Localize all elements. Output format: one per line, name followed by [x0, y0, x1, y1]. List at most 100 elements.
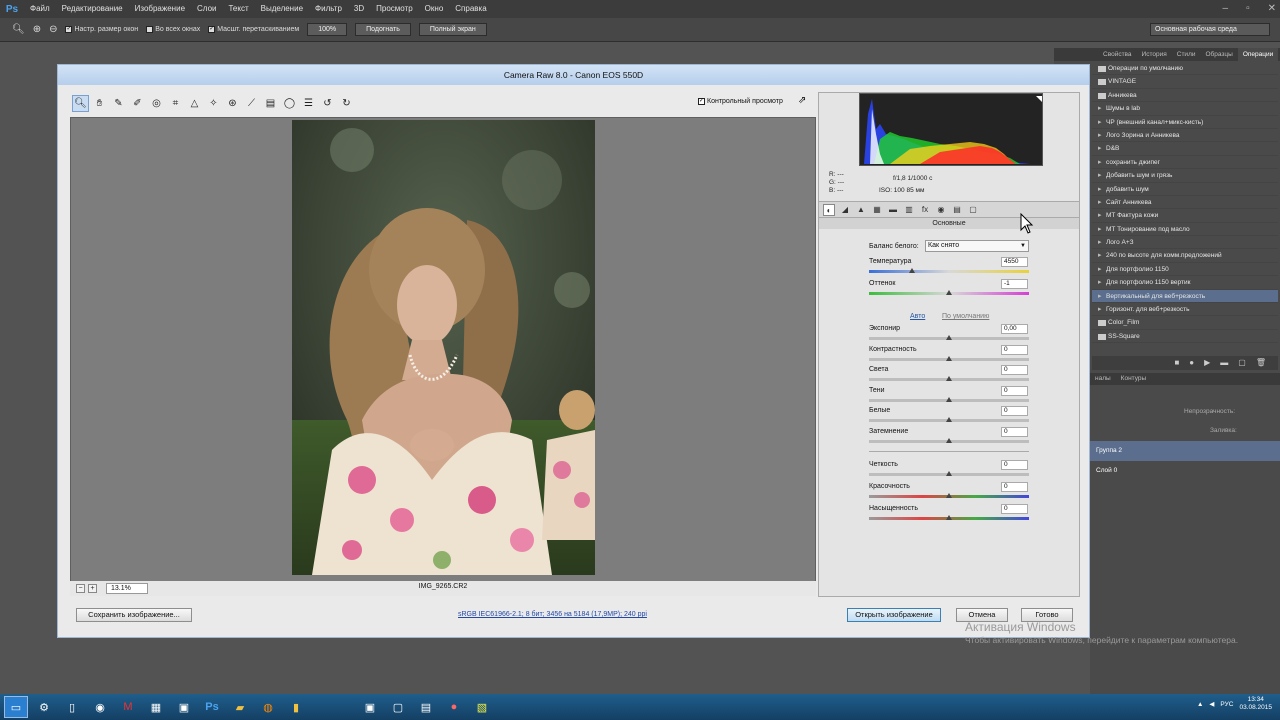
slider-thumb[interactable] [946, 396, 952, 402]
workspace-select[interactable]: Основная рабочая среда [1150, 23, 1270, 36]
gmail-icon[interactable]: M [116, 696, 140, 718]
menu-file[interactable]: Файл [24, 0, 56, 18]
action-row[interactable]: SS-Square [1092, 330, 1278, 344]
action-row[interactable]: VINTAGE [1092, 75, 1278, 89]
slider-thumb[interactable] [946, 335, 952, 340]
zoom-in-icon[interactable]: ⊕ [33, 24, 41, 35]
hand-tool-icon[interactable]: ✋︎ [91, 95, 108, 112]
start-button-icon[interactable]: ▭ [4, 696, 28, 718]
slider-value-input[interactable]: 0 [1001, 365, 1028, 376]
layer-row[interactable]: Группа 2 [1090, 441, 1280, 461]
menu-image[interactable]: Изображение [129, 0, 191, 18]
fx-icon[interactable]: fx [919, 204, 931, 216]
slider-track[interactable] [869, 268, 1029, 273]
fit-screen-button[interactable]: Подогнать [355, 23, 411, 36]
window-icon[interactable]: ▢ [386, 696, 410, 718]
rotate-left-icon[interactable]: ↺ [319, 95, 336, 112]
hsl-icon[interactable]: ▦ [871, 204, 883, 216]
slider-track[interactable] [869, 355, 1029, 361]
auto-link[interactable]: Авто [910, 313, 925, 320]
straighten-icon[interactable]: △ [186, 95, 203, 112]
zoom-tool-icon[interactable]: 🔍︎ [12, 24, 25, 35]
action-row[interactable]: добавить шум [1092, 183, 1278, 196]
slider-track[interactable] [869, 376, 1029, 382]
clock[interactable]: 13:34 03.08.2015 [1239, 696, 1272, 712]
menu-text[interactable]: Текст [222, 0, 254, 18]
rotate-right-icon[interactable]: ↻ [338, 95, 355, 112]
slider-value-input[interactable]: 0 [1001, 482, 1028, 492]
network-icon[interactable]: ▲ [1197, 701, 1203, 708]
photoshop-taskbar-icon[interactable]: Ps [200, 696, 224, 718]
record-icon[interactable]: ● [1189, 356, 1194, 370]
slider-thumb[interactable] [946, 438, 952, 443]
slider-track[interactable] [869, 438, 1029, 443]
action-row[interactable]: Анникева [1092, 89, 1278, 103]
radial-filter-icon[interactable]: ◯ [281, 95, 298, 112]
lens-icon[interactable]: ▥ [903, 204, 915, 216]
slider-thumb[interactable] [946, 471, 952, 476]
new-set-icon[interactable]: ▬ [1220, 356, 1228, 370]
play-icon[interactable]: ▶ [1204, 356, 1210, 370]
resize-windows-check[interactable]: ✓ Настр. размер окон [65, 26, 138, 33]
color-sampler-icon[interactable]: ✐ [129, 95, 146, 112]
calculator-icon[interactable]: ▦ [144, 696, 168, 718]
menu-edit[interactable]: Редактирование [56, 0, 129, 18]
action-row[interactable]: MT Фактура кожи [1092, 209, 1278, 223]
fill-screen-button[interactable]: Полный экран [418, 23, 487, 36]
tab-styles[interactable]: Стили [1172, 48, 1201, 61]
action-row[interactable]: Color_Film [1092, 316, 1278, 330]
close-icon[interactable]: ✕ [1268, 0, 1276, 18]
graduated-filter-icon[interactable]: ▤ [262, 95, 279, 112]
menu-layers[interactable]: Слои [191, 0, 222, 18]
stop-icon[interactable]: ■ [1174, 356, 1179, 370]
slider-thumb[interactable] [946, 376, 952, 382]
crop-icon[interactable]: ⌗ [167, 95, 184, 112]
presets-icon[interactable]: ▤ [951, 204, 963, 216]
scrubby-zoom-check[interactable]: ✓ Масшт. перетаскиванием [208, 26, 299, 33]
minimize-icon[interactable]: – [1223, 0, 1229, 18]
misc-window-icon[interactable]: ▧ [470, 696, 494, 718]
zoom-100-button[interactable]: 100% [307, 23, 348, 36]
action-row[interactable]: Для портфолио 1150 вертик [1092, 276, 1278, 290]
action-row[interactable]: Добавить шум и грязь [1092, 169, 1278, 183]
tab-properties[interactable]: Свойства [1098, 48, 1137, 61]
action-row[interactable]: Горизонт. для веб+резкость [1092, 303, 1278, 317]
slider-value-input[interactable]: 4550 [1001, 257, 1028, 267]
split-toning-icon[interactable]: ▬ [887, 204, 899, 216]
tab-paths[interactable]: Контуры [1116, 373, 1152, 385]
detail-icon[interactable]: ▲ [855, 204, 867, 216]
zoom-tool-icon[interactable]: 🔍︎ [72, 94, 89, 112]
language-indicator[interactable]: РУС [1220, 701, 1233, 708]
slider-thumb[interactable] [946, 493, 952, 498]
new-action-icon[interactable]: ▢ [1238, 356, 1246, 370]
slider-value-input[interactable]: 0 [1001, 385, 1028, 396]
save-image-button[interactable]: Сохранить изображение... [76, 608, 192, 622]
slider-track[interactable] [869, 471, 1029, 476]
documents-icon[interactable]: ▯ [60, 696, 84, 718]
menu-view[interactable]: Просмотр [370, 0, 419, 18]
preferences-icon[interactable]: ☰ [300, 95, 317, 112]
default-link[interactable]: По умолчанию [942, 313, 989, 320]
snapshots-icon[interactable]: ▢ [967, 204, 979, 216]
workflow-options-link[interactable]: sRGB IEC61966-2.1; 8 бит; 3456 на 5184 (… [458, 611, 647, 618]
layer-row[interactable]: Слой 0 [1090, 461, 1280, 481]
menu-window[interactable]: Окно [419, 0, 450, 18]
slider-track[interactable] [869, 515, 1029, 520]
notes-icon[interactable]: ▮ [284, 696, 308, 718]
action-row[interactable]: Операции по умолчанию [1092, 62, 1278, 76]
slider-track[interactable] [869, 335, 1029, 340]
basic-panel-icon[interactable]: ◐ [823, 203, 835, 216]
slider-value-input[interactable]: 0 [1001, 344, 1028, 355]
tone-curve-icon[interactable]: ◢ [839, 204, 851, 216]
menu-3d[interactable]: 3D [348, 0, 370, 18]
slider-track[interactable] [869, 417, 1029, 423]
action-row[interactable]: MT Тонирование под масло [1092, 223, 1278, 237]
slider-thumb[interactable] [909, 268, 916, 273]
maximize-icon[interactable]: ▫ [1246, 0, 1250, 18]
red-eye-icon[interactable]: ⊛ [224, 95, 241, 112]
action-row[interactable]: D&B [1092, 142, 1278, 156]
adjustment-brush-icon[interactable]: ⟋ [243, 95, 260, 112]
fullscreen-icon[interactable]: ⇗ [798, 96, 810, 108]
slider-thumb[interactable] [946, 355, 952, 361]
menu-help[interactable]: Справка [449, 0, 492, 18]
